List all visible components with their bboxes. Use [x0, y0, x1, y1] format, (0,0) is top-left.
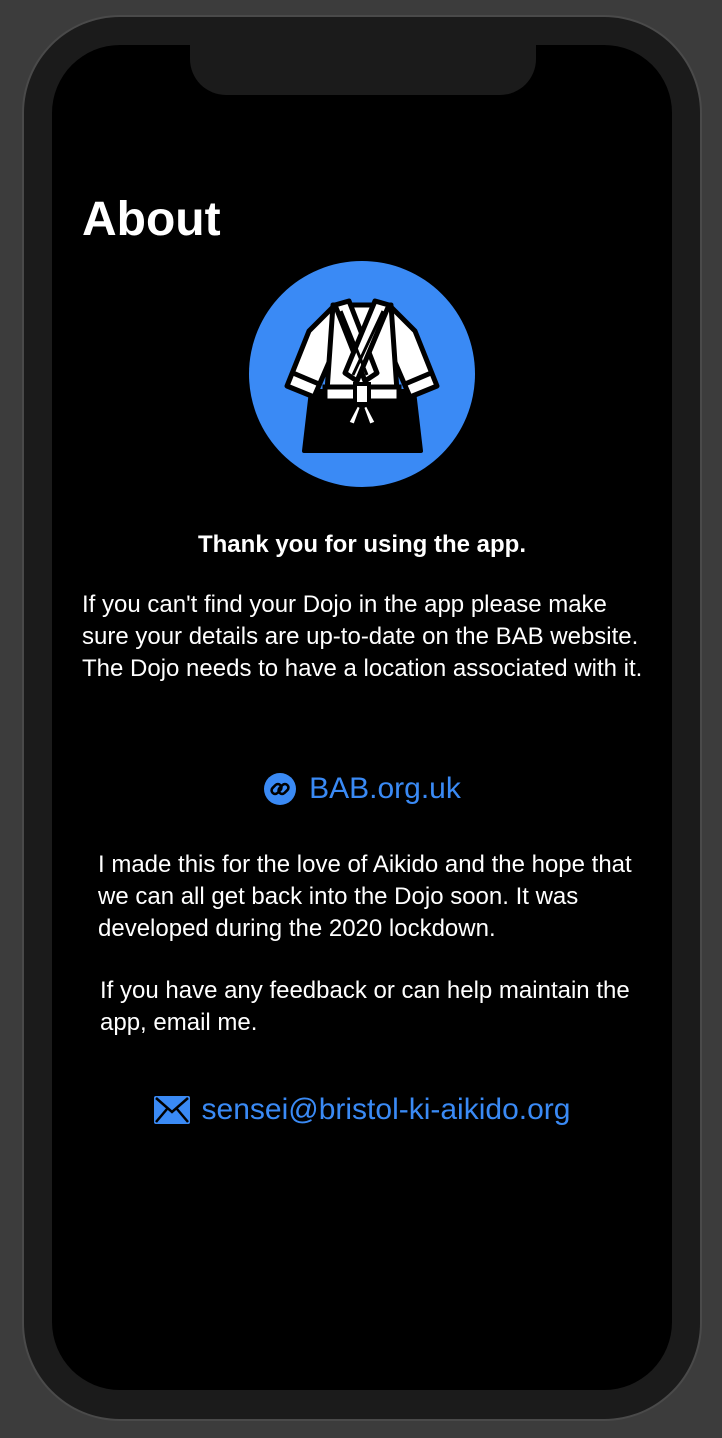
dojo-info-paragraph: If you can't find your Dojo in the app p…: [82, 591, 643, 682]
email-link-label[interactable]: sensei@bristol-ki-aikido.org: [202, 1093, 571, 1127]
app-logo: [249, 261, 475, 487]
website-link-label[interactable]: BAB.org.uk: [309, 772, 461, 806]
about-paragraph: I made this for the love of Aikido and t…: [98, 851, 632, 942]
app-screen: About Thank you for using the app. If yo…: [52, 45, 672, 1390]
page-title: About: [82, 193, 221, 246]
thank-you-message: Thank you for using the app.: [197, 531, 526, 558]
website-link[interactable]: BAB.org.uk: [52, 767, 672, 811]
feedback-paragraph: If you have any feedback or can help mai…: [100, 977, 630, 1036]
device-notch: [190, 45, 536, 95]
gi-uniform-icon: [284, 298, 440, 453]
envelope-icon: [153, 1096, 190, 1124]
email-link[interactable]: sensei@bristol-ki-aikido.org: [52, 1087, 672, 1133]
link-icon: [263, 772, 297, 806]
